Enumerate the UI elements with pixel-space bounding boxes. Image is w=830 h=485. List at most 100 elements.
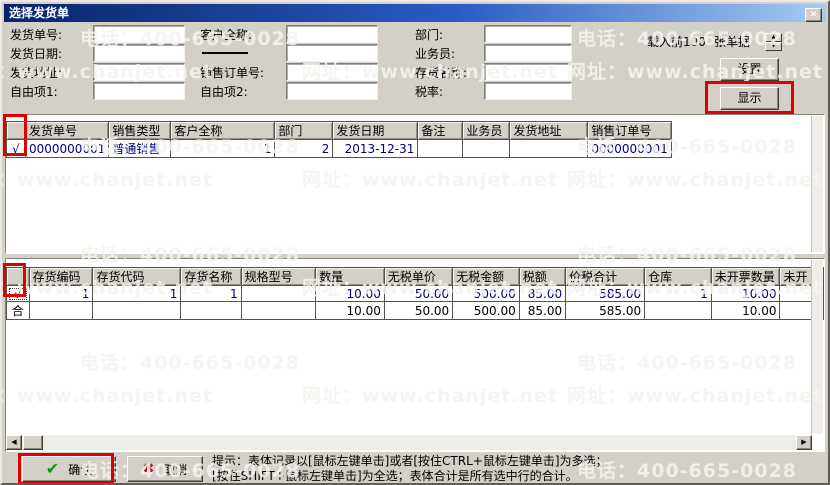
label-tax-rate: 税率: <box>415 85 444 99</box>
column-header[interactable]: 发货单号 <box>24 121 110 140</box>
total-cell <box>240 301 317 320</box>
cell-tax: 85.00 <box>518 285 567 302</box>
spinner-up-icon[interactable]: ▲ <box>765 33 782 42</box>
column-header[interactable]: 无税单价 <box>383 267 454 286</box>
settings-button[interactable]: 设置 <box>720 58 779 81</box>
column-header[interactable]: 数量 <box>315 267 385 286</box>
cell-sales-type: 普通销售 <box>108 139 172 158</box>
delivery-addr-input[interactable] <box>93 63 185 81</box>
cell-price: 50.00 <box>383 285 454 302</box>
cell-amount: 500.00 <box>452 285 520 302</box>
column-header[interactable]: 存货名称 <box>180 267 242 286</box>
hint-line1: 提示：表体记录以[鼠标左键单击]或者[按住CTRL+鼠标左键单击]为多选； <box>212 454 608 468</box>
column-header[interactable]: 业务员 <box>462 121 511 140</box>
total-tax: 85.00 <box>518 301 567 320</box>
select-delivery-order-dialog: 选择发货单 ✕ 发货单号: 发货日期: 发货地址: 自由项1: 客户全称: 销售… <box>0 0 830 485</box>
lines-vertical-scrollbar[interactable] <box>811 260 823 434</box>
label-sales-order-no: 销售订单号: <box>200 66 265 80</box>
column-header[interactable]: 规格型号 <box>240 267 317 286</box>
total-cell <box>644 301 712 320</box>
scroll-left-icon[interactable]: ◀ <box>6 435 22 450</box>
salesperson-input[interactable] <box>484 44 572 62</box>
scroll-right-icon[interactable]: ▶ <box>796 435 812 450</box>
separator-line <box>202 52 248 54</box>
free-item2-input[interactable] <box>286 82 378 100</box>
title-bar[interactable]: 选择发货单 ✕ <box>4 4 826 22</box>
lines-horizontal-scrollbar[interactable]: ◀ ▶ <box>6 435 812 450</box>
column-header[interactable]: 发货日期 <box>332 121 419 140</box>
column-header[interactable]: 存货编码 <box>28 267 94 286</box>
lines-select-header[interactable] <box>6 267 30 286</box>
close-icon[interactable]: ✕ <box>805 8 822 22</box>
table-row[interactable]: √ 1 1 1 10.00 50.00 500.00 85.00 585.00 … <box>6 285 824 302</box>
orders-table: 发货单号 销售类型 客户全称 部门 发货日期 备注 业务员 发货地址 销售订单号… <box>6 121 672 158</box>
label-free-item1: 自由项1: <box>10 85 58 99</box>
hint-text: 提示：表体记录以[鼠标左键单击]或者[按住CTRL+鼠标左键单击]为多选； [按… <box>212 454 608 483</box>
lines-header-row: 存货编码 存货代码 存货名称 规格型号 数量 无税单价 无税金额 税额 价税合计… <box>6 267 824 286</box>
table-row[interactable]: √ 0000000001 普通销售 1 2 2013-12-31 0000000… <box>6 139 672 158</box>
inventory-name-input[interactable] <box>484 63 572 81</box>
delivery-date-input[interactable] <box>93 44 185 62</box>
hint-line2: [按住SHIFT+鼠标左键单击]为全选；表体合计是所有选中行的合计。 <box>212 469 578 483</box>
watermark-text: 电话：400-665-0028 <box>577 460 797 482</box>
cell-department: 2 <box>274 139 334 158</box>
cancel-button-label: 取消 <box>163 462 188 477</box>
total-amount: 500.00 <box>452 301 520 320</box>
column-header[interactable]: 仓库 <box>644 267 712 286</box>
total-uninvoiced: 10.00 <box>710 301 781 320</box>
column-header[interactable]: 销售订单号 <box>587 121 672 140</box>
department-input[interactable] <box>484 25 572 43</box>
label-department: 部门: <box>415 28 444 42</box>
confirm-button[interactable]: ✔ 确认 <box>22 456 116 482</box>
load-suffix-label: 张单据 <box>714 35 751 49</box>
lines-table: 存货编码 存货代码 存货名称 规格型号 数量 无税单价 无税金额 税额 价税合计… <box>6 267 824 320</box>
lines-grid-panel: 存货编码 存货代码 存货名称 规格型号 数量 无税单价 无税金额 税额 价税合计… <box>5 258 825 452</box>
column-header[interactable]: 销售类型 <box>108 121 172 140</box>
column-header[interactable]: 未开票数量 <box>710 267 781 286</box>
check-icon: ✔ <box>45 459 60 478</box>
sales-order-no-input[interactable] <box>286 63 378 81</box>
orders-select-header[interactable] <box>6 121 26 140</box>
label-customer-name: 客户全称: <box>200 28 253 42</box>
cell-customer: 1 <box>170 139 276 158</box>
spinner-down-icon[interactable]: ▼ <box>765 42 782 51</box>
row-checkmark[interactable]: √ <box>6 139 26 158</box>
total-cell <box>28 301 94 320</box>
row-checkmark[interactable]: √ <box>6 285 30 302</box>
column-header[interactable]: 客户全称 <box>170 121 276 140</box>
column-header[interactable]: 存货代码 <box>92 267 182 286</box>
watermark-text: 网址：www.chanjet.net <box>567 61 823 83</box>
column-header[interactable]: 无税金额 <box>452 267 520 286</box>
confirm-button-label: 确认 <box>68 462 93 477</box>
label-delivery-addr: 发货地址: <box>10 66 63 80</box>
column-header[interactable]: 发货地址 <box>509 121 589 140</box>
customer-name2-input[interactable] <box>286 44 378 62</box>
customer-name-input[interactable] <box>286 25 378 43</box>
column-header[interactable]: 税额 <box>518 267 567 286</box>
orders-vertical-scrollbar[interactable] <box>811 116 823 252</box>
display-button[interactable]: 显示 <box>720 87 779 110</box>
column-header[interactable]: 备注 <box>417 121 464 140</box>
column-header[interactable]: 部门 <box>274 121 334 140</box>
orders-header-row: 发货单号 销售类型 客户全称 部门 发货日期 备注 业务员 发货地址 销售订单号 <box>6 121 672 140</box>
cell-inv-name: 1 <box>180 285 242 302</box>
tax-rate-input[interactable] <box>484 82 572 100</box>
x-icon: ✖ <box>142 461 155 477</box>
free-item1-input[interactable] <box>93 82 185 100</box>
cell-sales-order: 0000000001 <box>587 139 672 158</box>
total-sum: 585.00 <box>565 301 646 320</box>
total-price: 50.00 <box>383 301 454 320</box>
cell-delivery-date: 2013-12-31 <box>332 139 419 158</box>
column-header[interactable]: 价税合计 <box>565 267 646 286</box>
total-cell <box>180 301 242 320</box>
cell-uninvoiced-qty: 10.00 <box>710 285 781 302</box>
orders-grid-panel: 发货单号 销售类型 客户全称 部门 发货日期 备注 业务员 发货地址 销售订单号… <box>5 114 825 254</box>
delivery-no-input[interactable] <box>93 25 185 43</box>
load-count-value[interactable]: 100 <box>683 34 706 50</box>
load-count-stepper: ▲ ▼ <box>765 33 782 51</box>
cancel-button[interactable]: ✖ 取消 <box>127 456 203 482</box>
cell-total: 585.00 <box>565 285 646 302</box>
cell-spec <box>240 285 317 302</box>
scrollbar-thumb[interactable] <box>23 435 43 450</box>
cell-delivery-no: 0000000001 <box>24 139 110 158</box>
